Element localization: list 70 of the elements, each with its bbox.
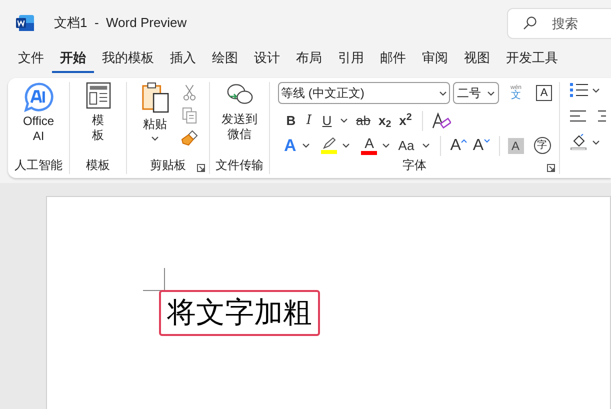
font-color-button[interactable]: A	[360, 136, 378, 155]
caret-icon[interactable]	[342, 143, 350, 148]
dialog-launcher-icon[interactable]	[547, 164, 555, 172]
up-caret-icon	[460, 138, 467, 142]
bullet-list-icon[interactable]	[570, 83, 588, 97]
caret-icon[interactable]	[302, 143, 310, 148]
scissors-icon[interactable]	[183, 84, 196, 101]
format-button[interactable]: x$^{2}$	[395, 110, 416, 130]
send-to-wechat-button[interactable]: 发送到微信	[220, 82, 258, 142]
ai-bubble-icon	[22, 82, 54, 112]
shrink-font-button[interactable]: A	[470, 138, 493, 154]
caret-icon[interactable]	[592, 88, 600, 92]
font-name-dropdown[interactable]: 等线 (中文正文)	[278, 82, 450, 104]
text-effects-button[interactable]: A	[282, 137, 298, 154]
group-label: 模板	[86, 157, 110, 174]
search-icon	[523, 16, 537, 30]
caret-icon[interactable]	[382, 143, 390, 148]
clipboard-icon	[140, 82, 170, 113]
align-left-icon[interactable]	[570, 110, 586, 122]
caret-icon[interactable]	[439, 90, 447, 96]
format-button[interactable]: U	[318, 110, 336, 130]
caret-icon[interactable]	[487, 90, 495, 96]
ribbon-tab[interactable]: 插入	[162, 45, 204, 73]
group-label: 文件传输	[216, 157, 264, 174]
clear-formatting-icon[interactable]	[430, 112, 451, 130]
paint-bucket-icon[interactable]	[570, 134, 588, 150]
ribbon-tab[interactable]: 文件	[10, 45, 52, 73]
ribbon-tab[interactable]: 引用	[330, 45, 372, 73]
format-button[interactable]: x$_{2}$	[374, 110, 396, 130]
format-button[interactable]: Aa	[394, 136, 418, 156]
template-page-icon	[86, 82, 110, 109]
format-button[interactable]: ab	[352, 110, 374, 130]
word-logo-icon	[16, 14, 34, 30]
align-center-icon[interactable]	[598, 110, 606, 122]
highlighter-icon	[321, 137, 338, 149]
grow-font-button[interactable]: A	[447, 138, 470, 154]
paste-button[interactable]: 粘贴	[137, 82, 173, 147]
ribbon-tab[interactable]: 审阅	[414, 45, 456, 73]
ribbon-tab[interactable]: 开发工具	[498, 45, 566, 73]
ribbon-tab[interactable]: 设计	[246, 45, 288, 73]
window-title: 文档1 - Word Preview	[54, 14, 187, 32]
group-label: 人工智能	[14, 157, 62, 174]
enclose-character-button[interactable]: 字	[534, 137, 551, 154]
dialog-launcher-icon[interactable]	[197, 164, 205, 172]
format-button[interactable]: I	[300, 110, 318, 130]
caret-icon[interactable]	[422, 143, 430, 148]
font-size-dropdown[interactable]: 二号	[453, 82, 499, 104]
caret-icon[interactable]	[151, 136, 159, 141]
ribbon-tab[interactable]: 绘图	[204, 45, 246, 73]
chat-bubbles-icon	[226, 82, 254, 107]
copy-icon[interactable]	[182, 107, 197, 124]
ribbon-tab[interactable]: 开始	[52, 45, 94, 73]
ribbon-tab[interactable]: 视图	[456, 45, 498, 73]
document-text: 将文字加粗	[159, 290, 320, 336]
caret-icon[interactable]	[340, 118, 348, 123]
format-button[interactable]: B	[282, 110, 300, 130]
ribbon-tab[interactable]: 我的模板	[94, 45, 162, 73]
template-button[interactable]: 模板	[78, 82, 118, 143]
paintbrush-icon[interactable]	[181, 130, 198, 147]
ribbon-tab[interactable]: 邮件	[372, 45, 414, 73]
caret-icon[interactable]	[592, 140, 600, 144]
search-field[interactable]: 搜索	[507, 8, 611, 39]
down-caret-icon	[484, 138, 490, 142]
character-shading-button[interactable]: A	[508, 138, 524, 154]
highlight-button[interactable]	[320, 137, 338, 154]
character-border-button[interactable]: A	[536, 85, 552, 101]
ribbon-tab[interactable]: 布局	[288, 45, 330, 73]
group-label: 剪贴板	[150, 157, 186, 174]
office-ai-button[interactable]: Office AI	[10, 82, 66, 144]
group-label: 字体	[402, 157, 426, 174]
